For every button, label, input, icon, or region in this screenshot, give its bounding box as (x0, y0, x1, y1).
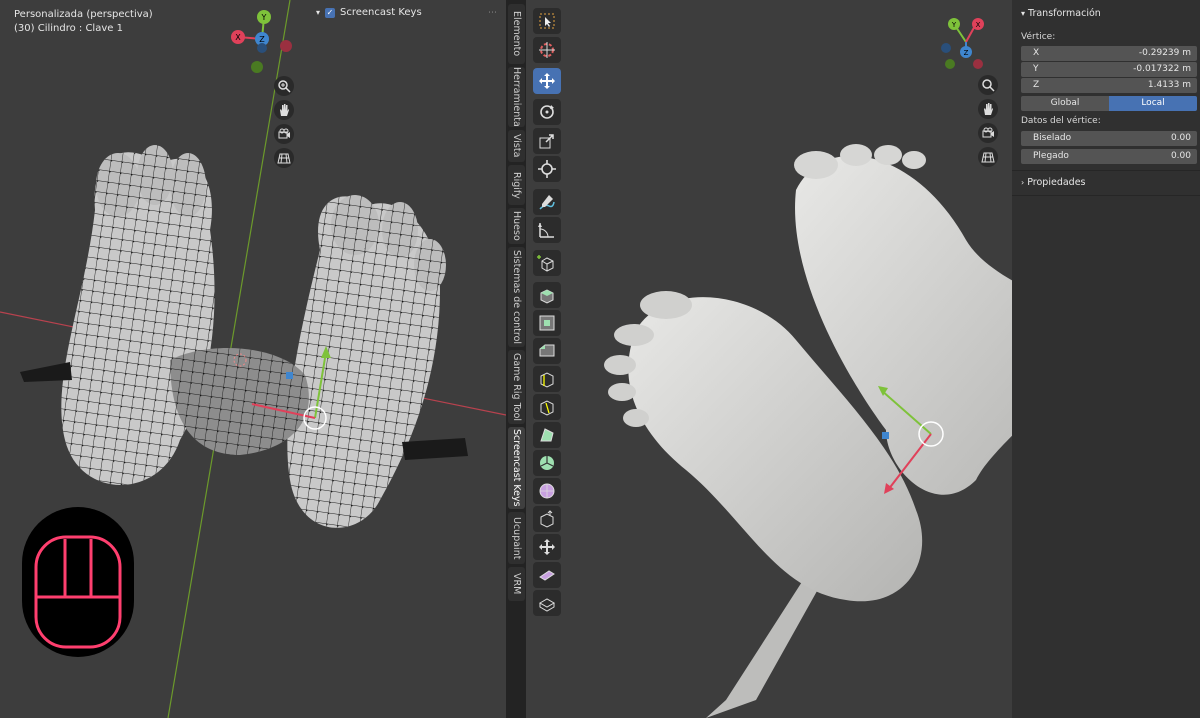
coord-y-field[interactable]: Y -0.017322 m (1021, 62, 1197, 77)
knife-icon[interactable] (533, 394, 561, 420)
crease-label: Plegado (1033, 151, 1069, 161)
camera-view-icon-right[interactable] (978, 123, 998, 143)
bevel-weight-label: Biselado (1033, 133, 1072, 143)
tab-vrm[interactable]: VRM (508, 567, 525, 601)
bevel-weight-field[interactable]: Biselado 0.00 (1021, 131, 1197, 146)
spin-icon[interactable] (533, 450, 561, 476)
coord-x-value: -0.29239 m (1138, 48, 1191, 58)
coord-z-value: 1.4133 m (1147, 80, 1191, 90)
global-button[interactable]: Global (1021, 96, 1109, 111)
tab-rigify[interactable]: Rigify (508, 165, 525, 205)
coord-x-field[interactable]: X -0.29239 m (1021, 46, 1197, 61)
scale-icon[interactable] (533, 128, 561, 154)
camera-view-icon[interactable] (274, 124, 294, 144)
loop-cut-icon[interactable] (533, 366, 561, 392)
view-name: Personalizada (perspectiva) (14, 9, 153, 20)
select-box-icon[interactable] (533, 8, 561, 34)
sidebar-tabs: Elemento Herramienta Vista Rigify Hueso … (506, 0, 526, 718)
bevel-weight-value: 0.00 (1170, 133, 1191, 143)
tab-herramienta[interactable]: Herramienta (508, 67, 525, 127)
add-cube-icon[interactable] (533, 250, 561, 276)
gizmo-y-label-right: Y (951, 21, 957, 29)
chevron-right-icon: › (1021, 178, 1025, 187)
gizmo-x-label-right: X (976, 21, 981, 29)
gizmo-x-label: X (235, 33, 241, 42)
divider (1012, 170, 1200, 171)
screencast-keys-overlay[interactable]: ▾ ✓ Screencast Keys (316, 7, 422, 18)
right-scene (604, 144, 1012, 718)
gizmo-y-label: Y (261, 13, 267, 22)
transform-title: Transformación (1028, 8, 1101, 19)
coord-y-axis: Y (1033, 64, 1039, 74)
vertex-label: Vértice: (1021, 32, 1056, 42)
annotate-icon[interactable] (533, 189, 561, 215)
gizmo-z-label: Z (259, 35, 265, 44)
left-viewport[interactable]: Personalizada (perspectiva) (30) Cilindr… (0, 0, 506, 718)
mouse-indicator (22, 507, 134, 657)
move-icon[interactable] (533, 68, 561, 94)
zoom-icon-right[interactable] (978, 75, 998, 95)
push-pull-icon[interactable] (533, 590, 561, 616)
perspective-toggle-icon-right[interactable] (978, 147, 998, 167)
properties-panel: ▾ Transformación Vértice: X -0.29239 m Y… (1012, 0, 1200, 718)
transform-icon[interactable] (533, 156, 561, 182)
tab-vista[interactable]: Vista (508, 130, 525, 162)
pan-hand-icon-right[interactable] (978, 99, 998, 119)
tab-elemento[interactable]: Elemento (508, 4, 525, 64)
shear-icon[interactable] (533, 534, 561, 560)
tab-sistemas-de-control[interactable]: Sistemas de control (508, 247, 525, 347)
coord-z-axis: Z (1033, 80, 1040, 90)
inset-icon[interactable] (533, 310, 561, 336)
overlay-label: Screencast Keys (340, 7, 422, 18)
gizmo-z-label-right: Z (964, 49, 969, 57)
drag-handle-icon[interactable]: ⋯ (488, 8, 497, 18)
object-info: (30) Cilindro : Clave 1 (14, 23, 123, 34)
space-toggle: Global Local (1021, 96, 1197, 111)
zoom-icon[interactable] (274, 76, 294, 96)
cursor-icon[interactable] (533, 37, 561, 63)
vertex-data-label: Datos del vértice: (1021, 116, 1101, 126)
transform-header[interactable]: ▾ Transformación (1021, 8, 1101, 19)
local-button[interactable]: Local (1109, 96, 1197, 111)
pan-hand-icon[interactable] (274, 100, 294, 120)
mouse-icon (34, 535, 122, 649)
right-hand (402, 438, 468, 460)
right-foot-mesh (287, 195, 446, 528)
properties-header[interactable]: › Propiedades (1021, 177, 1086, 188)
perspective-toggle-icon[interactable] (274, 148, 294, 168)
rip-icon[interactable] (533, 562, 561, 588)
tab-hueso[interactable]: Hueso (508, 208, 525, 244)
coord-z-field[interactable]: Z 1.4133 m (1021, 78, 1197, 93)
tab-ucupaint[interactable]: Ucupaint (508, 512, 525, 564)
tab-game-rig-tool[interactable]: Game Rig Tool (508, 350, 525, 424)
rotate-icon[interactable] (533, 99, 561, 125)
crease-value: 0.00 (1170, 151, 1191, 161)
divider (1012, 195, 1200, 196)
extrude-icon[interactable] (533, 282, 561, 308)
overlay-checkbox[interactable]: ✓ (325, 7, 336, 18)
crease-field[interactable]: Plegado 0.00 (1021, 149, 1197, 164)
coord-y-value: -0.017322 m (1133, 64, 1191, 74)
coord-x-axis: X (1033, 48, 1040, 58)
properties-title: Propiedades (1027, 177, 1086, 188)
bevel-icon[interactable] (533, 338, 561, 364)
tab-screencast-keys[interactable]: Screencast Keys (508, 427, 525, 509)
poly-build-icon[interactable] (533, 422, 561, 448)
navigation-gizmo-right[interactable]: Y X Z (938, 14, 1000, 74)
chevron-down-icon: ▾ (316, 8, 321, 17)
left-hand (20, 362, 72, 382)
chevron-down-icon: ▾ (1021, 9, 1026, 18)
right-viewport[interactable]: Y X Z (526, 0, 1012, 718)
navigation-gizmo[interactable]: Y X Z (224, 6, 300, 76)
measure-icon[interactable] (533, 217, 561, 243)
smooth-icon[interactable] (533, 478, 561, 504)
shrink-fatten-icon[interactable] (533, 506, 561, 532)
